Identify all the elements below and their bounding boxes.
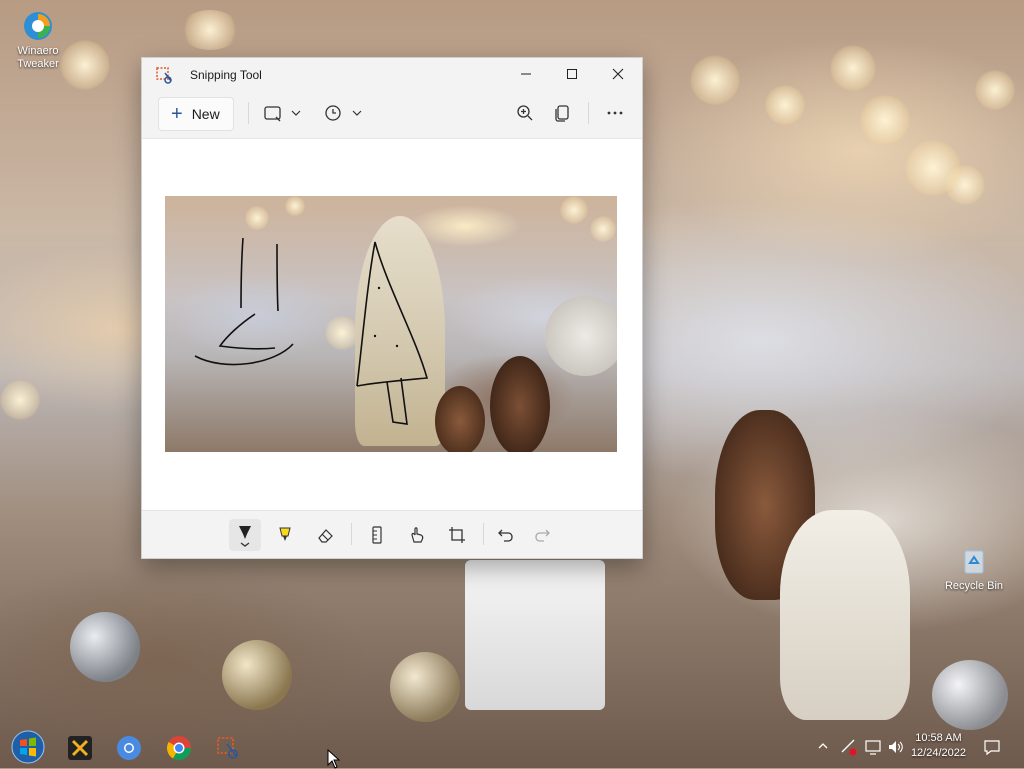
plus-icon: + [171,103,183,125]
desktop-icon-label: Winaero Tweaker [17,45,59,70]
title-bar[interactable]: Snipping Tool [142,58,642,92]
screenshot-image[interactable] [165,196,617,452]
ballpoint-pen-button[interactable] [229,519,261,551]
close-button[interactable] [595,58,641,90]
show-hidden-icon [818,743,828,749]
taskbar-chromium[interactable] [113,732,145,764]
crop-icon [449,527,465,543]
pen-icon [239,526,251,547]
redo-button[interactable] [526,519,558,551]
chevron-down-icon [291,110,301,116]
ruler-icon [372,526,382,544]
toolbar-divider [248,102,249,124]
minimize-button[interactable] [503,58,549,90]
show-hidden-icons[interactable] [818,738,828,756]
new-button-label: New [191,106,220,122]
toolbar: + New [142,94,642,138]
notification-icon [984,740,1000,756]
window-title: Snipping Tool [190,68,262,82]
desktop-icon-recycle-bin[interactable]: Recycle Bin [938,545,1010,593]
winaero-app-icon [68,736,92,760]
delay-dropdown[interactable] [324,99,364,127]
mouse-cursor-icon [327,749,341,769]
close-icon [612,68,624,80]
desktop-icon-label: Recycle Bin [944,580,1004,592]
clock-icon [325,105,341,121]
copy-button[interactable] [553,99,571,127]
highlighter-icon [279,527,291,541]
taskbar-winaero[interactable] [64,732,96,764]
notification-center[interactable] [983,738,1001,761]
new-snip-button[interactable]: + New [158,97,234,131]
display-status[interactable] [864,738,882,761]
pen-annotations [194,237,429,425]
volume-icon [889,741,903,753]
taskbar-chrome[interactable] [163,732,195,764]
start-orb-icon [11,730,45,764]
highlighter-button[interactable] [269,519,301,551]
redo-icon [535,529,550,542]
chrome-icon [166,736,191,761]
crop-button[interactable] [441,519,473,551]
minimize-icon [521,73,531,75]
network-warning-icon [841,739,857,756]
touch-writing-icon [411,527,424,543]
display-icon [865,740,881,755]
toolbar-divider [483,523,484,545]
chevron-down-icon [352,110,362,116]
desktop-icon-winaero-tweaker[interactable]: Winaero Tweaker [2,10,74,71]
ruler-button[interactable] [361,519,393,551]
eraser-icon [318,529,333,543]
clock-date: 12/24/2022 [910,747,966,759]
toolbar-divider [351,523,352,545]
capture-canvas[interactable] [142,138,642,511]
rectangle-snip-icon [264,106,281,122]
maximize-icon [567,69,577,79]
undo-icon [498,529,513,542]
toolbar-divider [588,102,589,124]
eraser-button[interactable] [309,519,341,551]
scissors-icon [156,67,172,84]
maximize-button[interactable] [549,58,595,90]
copy-icon [555,105,569,122]
zoom-in-icon [517,105,533,121]
snipping-tool-window: Snipping Tool + New [141,57,643,559]
more-options-button[interactable] [606,99,624,127]
network-status[interactable] [840,738,858,761]
winaero-tweaker-icon [24,12,52,40]
snipping-tool-icon [217,737,238,759]
taskbar-snipping-tool[interactable] [212,732,244,764]
system-clock[interactable]: 10:58 AM 12/24/2022 [911,731,966,761]
more-icon [607,111,623,115]
zoom-button[interactable] [516,99,534,127]
undo-button[interactable] [490,519,522,551]
volume-control[interactable] [887,738,905,761]
recycle-bin-icon [964,550,984,574]
touch-writing-button[interactable] [401,519,433,551]
taskbar: 10:58 AM 12/24/2022 [0,726,1024,768]
chromium-icon [117,736,141,760]
drawing-toolbar [142,510,642,558]
start-button[interactable] [10,729,46,765]
snip-mode-dropdown[interactable] [263,99,303,127]
clock-time: 10:58 AM [915,732,962,744]
